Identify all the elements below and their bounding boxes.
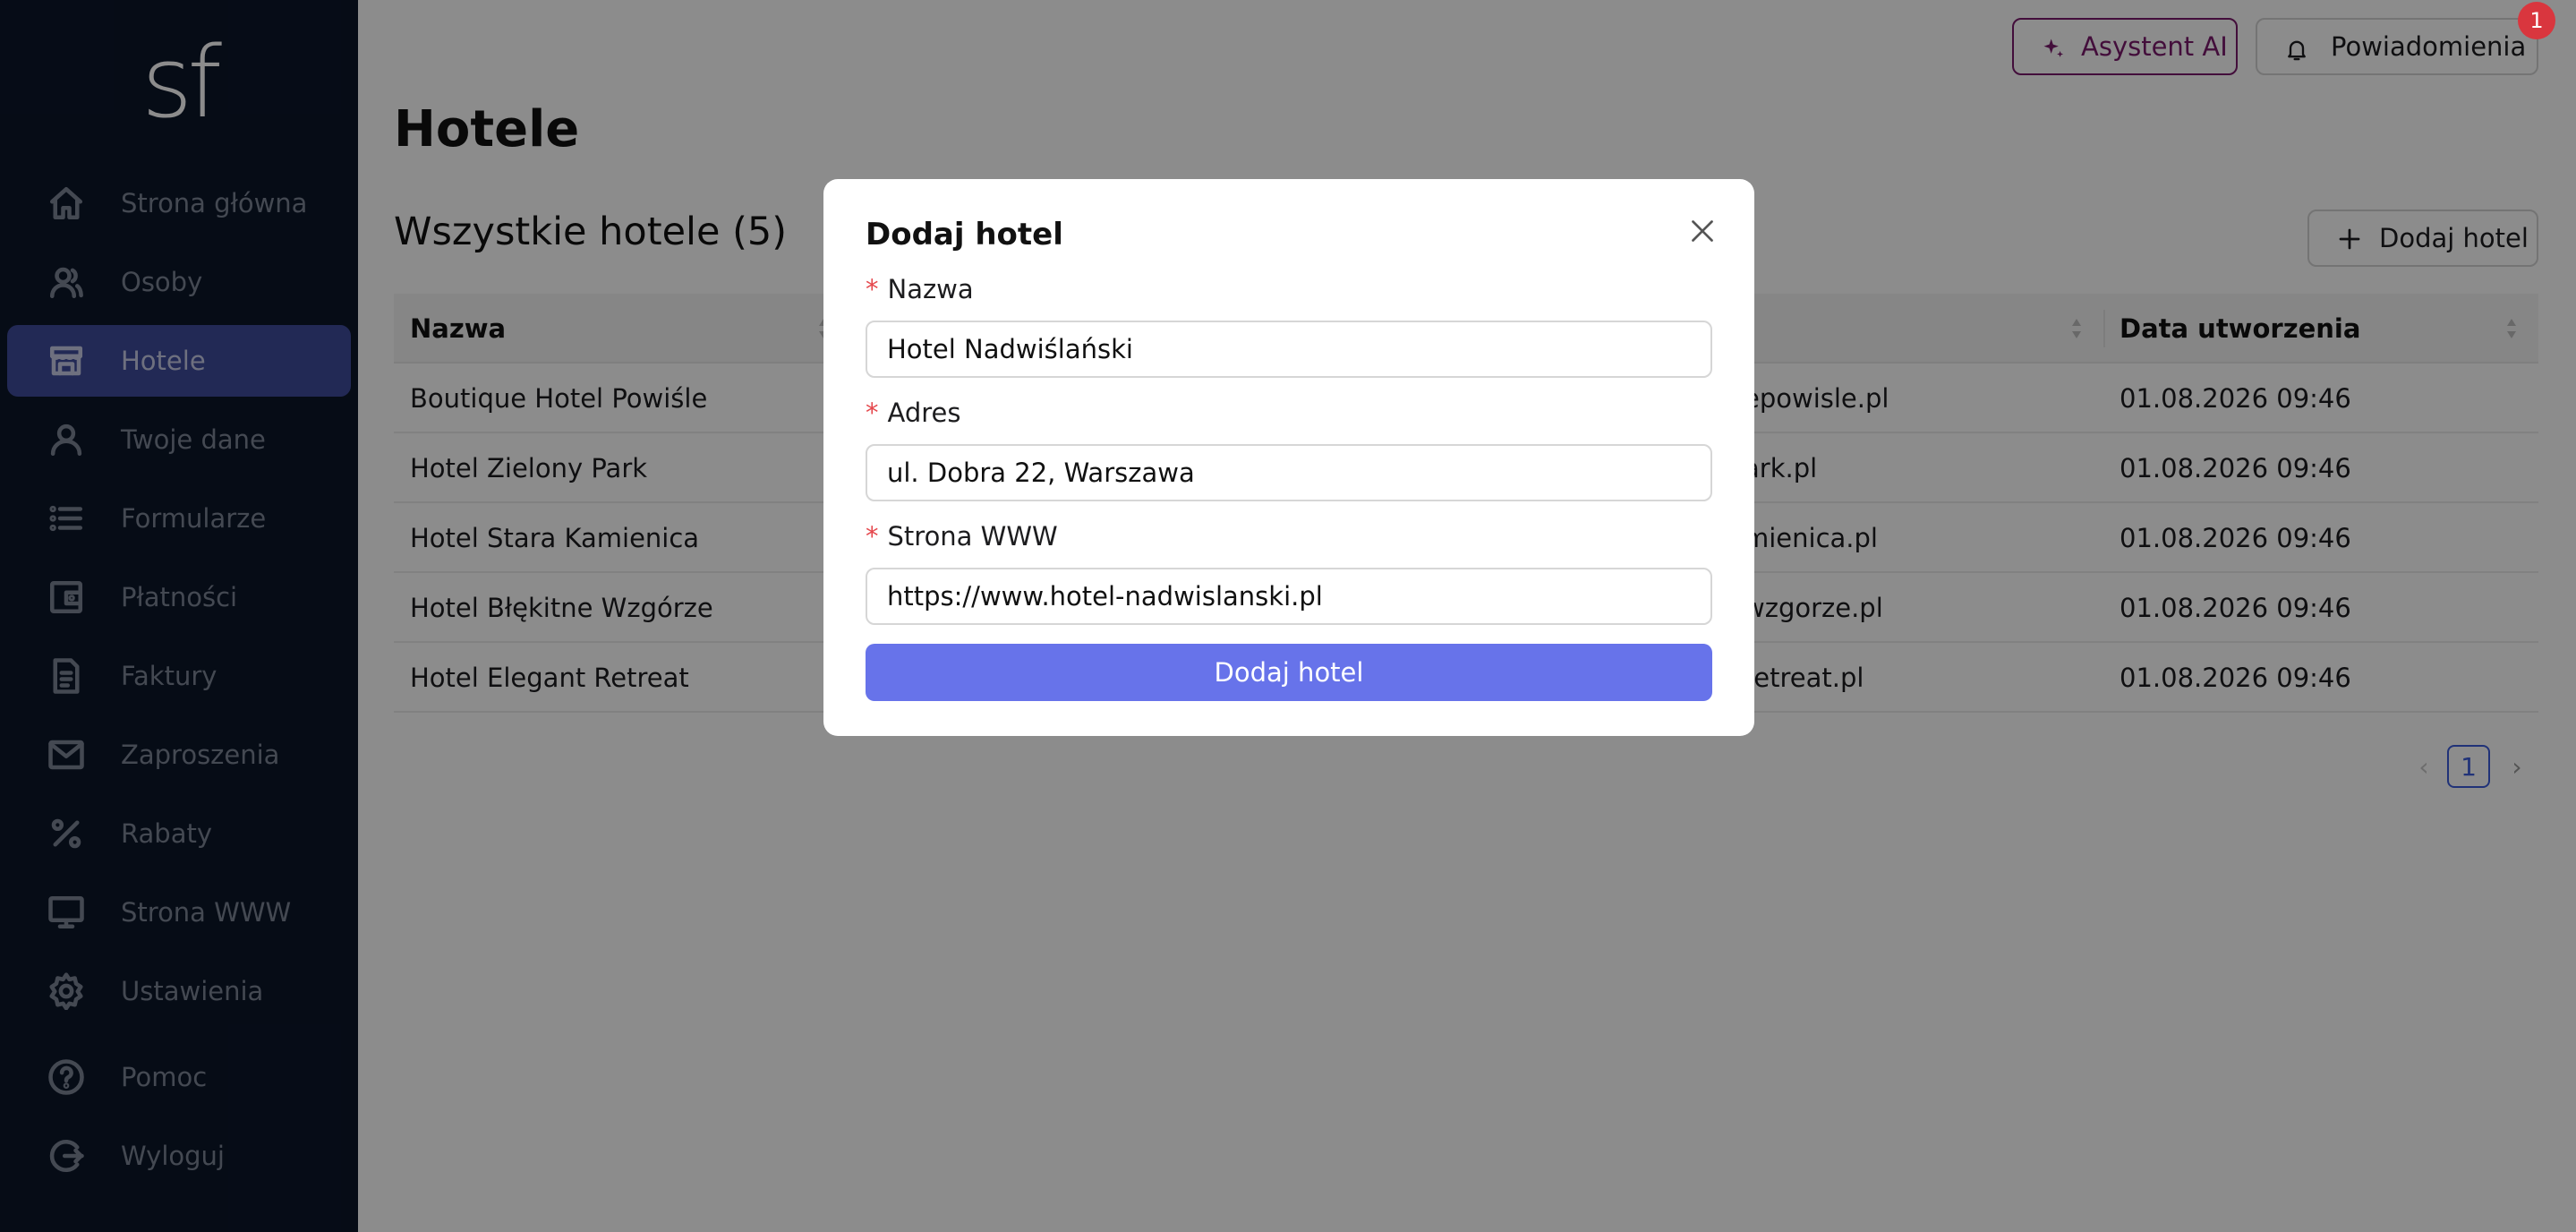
required-mark: * xyxy=(866,398,879,428)
address-field-label: * Adres xyxy=(866,398,960,428)
website-label-text: Strona WWW xyxy=(887,521,1058,552)
name-label-text: Nazwa xyxy=(887,274,974,304)
website-input[interactable] xyxy=(866,568,1712,625)
add-hotel-modal: Dodaj hotel * Nazwa * Adres * Strona WWW Do… xyxy=(823,179,1754,736)
modal-title: Dodaj hotel xyxy=(866,217,1063,252)
required-mark: * xyxy=(866,274,879,304)
address-label-text: Adres xyxy=(887,398,961,428)
address-input[interactable] xyxy=(866,444,1712,501)
submit-add-hotel-button[interactable]: Dodaj hotel xyxy=(866,644,1712,701)
notifications-badge: 1 xyxy=(2518,2,2555,39)
name-input[interactable] xyxy=(866,321,1712,378)
close-icon[interactable] xyxy=(1686,215,1719,247)
website-field-label: * Strona WWW xyxy=(866,521,1058,552)
required-mark: * xyxy=(866,521,879,552)
name-field-label: * Nazwa xyxy=(866,274,974,304)
